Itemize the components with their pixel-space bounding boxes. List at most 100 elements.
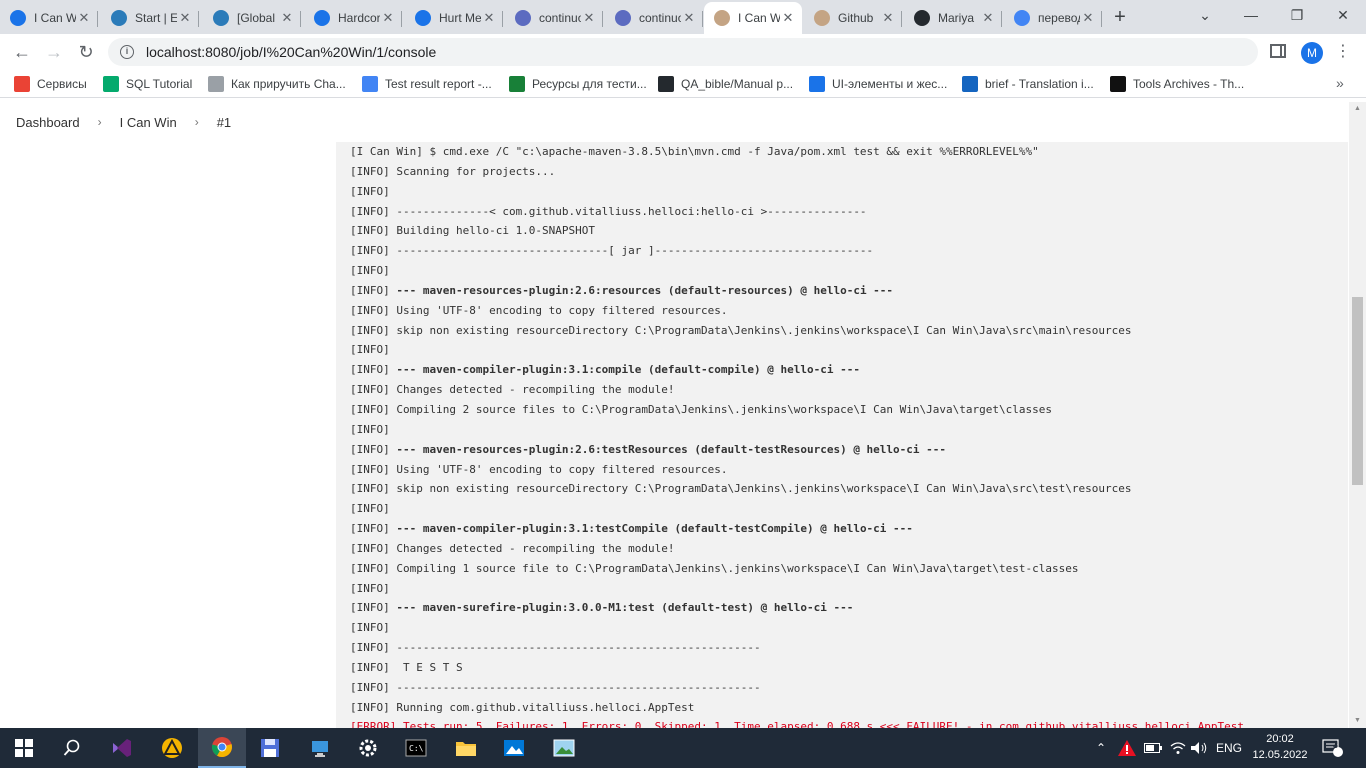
windows-taskbar: C:\ ⌃ ENG 20:02 12.05.2022 3 (0, 728, 1366, 768)
input-language[interactable]: ENG (1216, 728, 1242, 768)
console-line: [INFO] Compiling 1 source file to C:\Pro… (350, 561, 1079, 575)
console-output: [I Can Win] $ cmd.exe /C "c:\apache-mave… (336, 142, 1348, 728)
bookmark-item[interactable]: QA_bible/Manual p... (658, 75, 793, 93)
volume-icon[interactable] (1190, 728, 1208, 768)
console-line: [INFO] (350, 502, 390, 516)
bookmark-item[interactable]: Test result report -... (362, 75, 492, 93)
photos-icon[interactable] (490, 728, 538, 768)
chrome-icon[interactable] (198, 728, 246, 768)
console-line: [INFO] --- maven-resources-plugin:2.6:re… (350, 281, 1334, 301)
close-tab-icon[interactable]: ✕ (481, 10, 497, 26)
site-info-icon[interactable]: i (120, 45, 134, 59)
tab-2[interactable]: [Global ✕ (203, 2, 301, 34)
tab-6[interactable]: continuous✕ (605, 2, 703, 34)
tab-0[interactable]: I Can Win✕ (0, 2, 98, 34)
breadcrumb-dashboard[interactable]: Dashboard (16, 115, 80, 130)
reload-icon[interactable]: ↻ (72, 38, 100, 66)
tab-title: I Can Win (34, 11, 76, 25)
address-bar[interactable]: i localhost:8080/job/I%20Can%20Win/1/con… (108, 38, 1258, 66)
console-line: [INFO] Using 'UTF-8' encoding to copy fi… (350, 303, 728, 317)
remote-desktop-icon[interactable] (296, 728, 344, 768)
close-tab-icon[interactable]: ✕ (880, 10, 896, 26)
tab-separator (702, 11, 703, 27)
tab-10[interactable]: перевод ✕ (1004, 2, 1102, 34)
chevron-right-icon: › (194, 115, 199, 129)
tab-9[interactable]: Mariya ✕ (904, 2, 1002, 34)
jenkins-ring-icon (415, 10, 431, 26)
tab-4[interactable]: Hurt Me ✕ (405, 2, 503, 34)
minimize-button[interactable]: — (1228, 0, 1274, 32)
bookmark-item[interactable]: Tools Archives - Th... (1110, 75, 1244, 93)
scrollbar-thumb[interactable] (1352, 297, 1363, 485)
profile-avatar[interactable]: M (1301, 42, 1323, 64)
console-line: [INFO] skip non existing resourceDirecto… (350, 482, 1132, 496)
new-tab-button[interactable]: + (1108, 5, 1132, 29)
bookmark-item[interactable]: UI-элементы и жес... (809, 75, 947, 93)
close-tab-icon[interactable]: ✕ (980, 10, 996, 26)
close-tab-icon[interactable]: ✕ (380, 10, 396, 26)
tab-title: continuous (639, 11, 681, 25)
wifi-icon[interactable] (1170, 728, 1186, 768)
close-tab-icon[interactable]: ✕ (279, 10, 295, 26)
save-disk-icon[interactable] (246, 728, 294, 768)
side-panel-icon[interactable] (1270, 44, 1286, 58)
visual-studio-icon[interactable] (98, 728, 146, 768)
jenkins-ring-icon (314, 10, 330, 26)
close-tab-icon[interactable]: ✕ (681, 10, 697, 26)
doc-icon (362, 76, 378, 92)
tab-separator (1101, 11, 1102, 27)
autocad-icon[interactable] (148, 728, 196, 768)
tab-1[interactable]: Start | Epam✕ (101, 2, 199, 34)
tray-chevron-up-icon[interactable]: ⌃ (1096, 728, 1106, 768)
back-arrow-icon[interactable]: ← (8, 38, 36, 66)
breadcrumb-build[interactable]: #1 (217, 115, 231, 130)
jenkins-butler-icon (814, 10, 830, 26)
console-line: [INFO] T E S T S (350, 660, 463, 674)
bookmark-item[interactable]: SQL Tutorial (103, 75, 192, 93)
console-line: [INFO] (350, 621, 390, 635)
scroll-up-arrow-icon[interactable]: ▲ (1349, 102, 1366, 116)
page-scrollbar[interactable]: ▲ ▼ (1349, 102, 1366, 728)
tab-3[interactable]: Hardcore✕ (304, 2, 402, 34)
close-tab-icon[interactable]: ✕ (780, 10, 796, 26)
restore-button[interactable]: ❐ (1274, 0, 1320, 32)
tab-search-chevron-icon[interactable]: ⌄ (1182, 0, 1228, 32)
browser-menu-icon[interactable]: ⋮ (1335, 40, 1351, 64)
console-line-text: --- maven-resources-plugin:2.6:testResou… (396, 442, 947, 456)
apps-grid-icon (14, 76, 30, 92)
windows-start-icon[interactable] (0, 728, 48, 768)
browser-tab-strip: I Can Win✕Start | Epam✕[Global✕Hardcore✕… (0, 0, 1366, 34)
close-tab-icon[interactable]: ✕ (177, 10, 193, 26)
tab-7[interactable]: I Can Win✕ (704, 2, 802, 34)
battery-icon[interactable] (1144, 728, 1162, 768)
breadcrumb-job[interactable]: I Can Win (120, 115, 177, 130)
close-tab-icon[interactable]: ✕ (1080, 10, 1096, 26)
cmd-terminal-icon[interactable]: C:\ (392, 728, 440, 768)
tab-8[interactable]: Github ✕ (804, 2, 902, 34)
search-icon[interactable] (48, 728, 96, 768)
globe-icon (208, 76, 224, 92)
console-line: [INFO] skip non existing resourceDirecto… (350, 323, 1132, 337)
forward-arrow-icon[interactable]: → (40, 38, 68, 66)
close-tab-icon[interactable]: ✕ (581, 10, 597, 26)
tab-5[interactable]: continuous✕ (505, 2, 603, 34)
bookmark-item[interactable]: Сервисы (14, 75, 87, 93)
clock-time: 20:02 (1266, 733, 1294, 745)
notification-center-icon[interactable]: 3 (1322, 728, 1344, 768)
tab-separator (401, 11, 402, 27)
bookmark-item[interactable]: Ресурсы для тести... (509, 75, 647, 93)
bookmark-item[interactable]: brief - Translation i... (962, 75, 1094, 93)
settings-gear-icon[interactable] (344, 728, 392, 768)
system-clock[interactable]: 20:02 12.05.2022 (1248, 731, 1312, 763)
close-window-button[interactable]: ✕ (1320, 0, 1366, 32)
console-line: [INFO] Changes detected - recompiling th… (350, 383, 675, 397)
file-explorer-icon[interactable] (442, 728, 490, 768)
scroll-down-arrow-icon[interactable]: ▼ (1349, 714, 1366, 728)
close-tab-icon[interactable]: ✕ (76, 10, 92, 26)
warning-icon[interactable] (1118, 728, 1136, 768)
bookmarks-overflow-icon[interactable]: » (1336, 75, 1344, 91)
image-viewer-icon[interactable] (540, 728, 588, 768)
bookmark-item[interactable]: Как приручить Cha... (208, 75, 346, 93)
tab-separator (97, 11, 98, 27)
tab-title: Start | Epam (135, 11, 177, 25)
